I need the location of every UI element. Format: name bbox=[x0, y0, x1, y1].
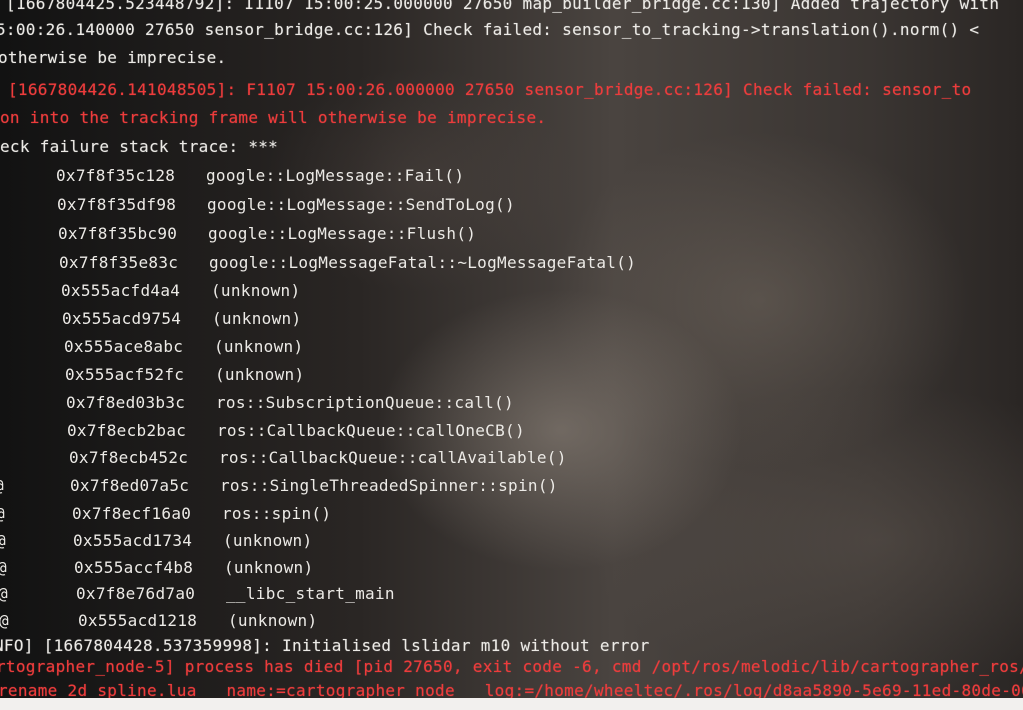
frame-prefix: @ bbox=[0, 476, 4, 496]
frame-symbol: (unknown) bbox=[211, 281, 301, 300]
stack-frame: 0x555acd9754 (unknown) bbox=[62, 309, 301, 329]
frame-address: 0x555accf4b8 bbox=[74, 558, 194, 577]
stack-frame: 0x555acfd4a4 (unknown) bbox=[61, 281, 300, 301]
frame-symbol: google::LogMessageFatal::~LogMessageFata… bbox=[209, 253, 637, 272]
bottom-border bbox=[0, 698, 1023, 710]
frame-symbol: (unknown) bbox=[224, 558, 314, 577]
log-line-error: [1667804426.141048505]: F1107 15:00:26.0… bbox=[8, 80, 972, 99]
frame-symbol: (unknown) bbox=[228, 611, 318, 630]
stack-frame: 0x7f8ecb2bac ros::CallbackQueue::callOneC… bbox=[67, 421, 525, 441]
frame-address: 0x7f8ecb452c bbox=[69, 448, 189, 467]
frame-symbol: ros::CallbackQueue::callOneCB() bbox=[217, 421, 525, 440]
frame-address: 0x7f8f35e83c bbox=[59, 253, 179, 272]
frame-prefix: @ bbox=[0, 504, 5, 524]
frame-address: 0x555acd1734 bbox=[73, 531, 193, 550]
frame-symbol: ros::spin() bbox=[222, 504, 332, 523]
frame-address: 0x7f8ecb2bac bbox=[67, 421, 187, 440]
frame-symbol: ros::SingleThreadedSpinner::spin() bbox=[220, 476, 558, 495]
stack-frame: 0x7f8e76d7a0 __libc_start_main bbox=[76, 584, 395, 604]
log-line-info: NFO] [1667804428.537359998]: Initialised… bbox=[0, 636, 650, 655]
stack-frame: 0x555acf52fc (unknown) bbox=[65, 365, 304, 385]
frame-symbol: (unknown) bbox=[212, 309, 302, 328]
stack-frame: 0x555accf4b8 (unknown) bbox=[74, 558, 313, 578]
stack-trace-header: eck failure stack trace: *** bbox=[0, 137, 279, 156]
frame-address: 0x7f8f35c128 bbox=[56, 166, 176, 185]
frame-prefix: @ bbox=[0, 584, 8, 604]
terminal-screen: [1667804425.523448792]: I1107 15:00:25.0… bbox=[0, 0, 1023, 710]
stack-frame: 0x7f8ed07a5c ros::SingleThreadedSpinner::… bbox=[70, 476, 558, 496]
stack-frame: 0x7f8f35bc90 google::LogMessage::Flush() bbox=[58, 224, 476, 244]
frame-address: 0x555acd9754 bbox=[62, 309, 182, 328]
stack-frame: 0x7f8f35c128 google::LogMessage::Fail() bbox=[56, 166, 464, 186]
log-line: otherwise be imprecise. bbox=[0, 48, 227, 67]
frame-symbol: ros::SubscriptionQueue::call() bbox=[216, 393, 514, 412]
frame-address: 0x555acf52fc bbox=[65, 365, 185, 384]
frame-prefix: @ bbox=[0, 611, 9, 631]
frame-address: 0x7f8e76d7a0 bbox=[76, 584, 196, 603]
stack-frame: 0x555acd1734 (unknown) bbox=[73, 531, 312, 551]
log-line: 5:00:26.140000 27650 sensor_bridge.cc:12… bbox=[0, 20, 980, 39]
frame-symbol: __libc_start_main bbox=[226, 584, 395, 603]
frame-symbol: (unknown) bbox=[214, 337, 304, 356]
frame-address: 0x555acfd4a4 bbox=[61, 281, 181, 300]
frame-address: 0x555ace8abc bbox=[64, 337, 184, 356]
stack-frame: 0x555ace8abc (unknown) bbox=[64, 337, 303, 357]
frame-symbol: (unknown) bbox=[223, 531, 313, 550]
stack-frame: 0x7f8ecf16a0 ros::spin() bbox=[72, 504, 331, 524]
frame-prefix: @ bbox=[0, 558, 7, 578]
frame-address: 0x7f8ed07a5c bbox=[70, 476, 190, 495]
stack-frame: 0x7f8f35e83c google::LogMessageFatal::~Lo… bbox=[59, 253, 636, 273]
frame-prefix: @ bbox=[0, 531, 6, 551]
frame-address: 0x555acd1218 bbox=[78, 611, 198, 630]
log-line: [1667804425.523448792]: I1107 15:00:25.0… bbox=[6, 0, 1000, 13]
log-line-error: on into the tracking frame will otherwis… bbox=[0, 108, 547, 127]
frame-symbol: (unknown) bbox=[215, 365, 305, 384]
stack-frame: 0x7f8f35df98 google::LogMessage::SendToLo… bbox=[57, 195, 515, 215]
frame-symbol: google::LogMessage::Fail() bbox=[206, 166, 465, 185]
frame-address: 0x7f8ed03b3c bbox=[66, 393, 186, 412]
stack-frame: 0x7f8ed03b3c ros::SubscriptionQueue::call… bbox=[66, 393, 514, 413]
frame-symbol: google::LogMessage::Flush() bbox=[208, 224, 477, 243]
log-line-error: rtographer_node-5] process has died [pid… bbox=[0, 657, 1023, 676]
stack-frame: 0x555acd1218 (unknown) bbox=[78, 611, 317, 631]
frame-address: 0x7f8ecf16a0 bbox=[72, 504, 192, 523]
stack-frame: 0x7f8ecb452c ros::CallbackQueue::callAvai… bbox=[69, 448, 567, 468]
frame-symbol: ros::CallbackQueue::callAvailable() bbox=[219, 448, 567, 467]
frame-address: 0x7f8f35df98 bbox=[57, 195, 177, 214]
frame-address: 0x7f8f35bc90 bbox=[58, 224, 178, 243]
frame-symbol: google::LogMessage::SendToLog() bbox=[207, 195, 515, 214]
